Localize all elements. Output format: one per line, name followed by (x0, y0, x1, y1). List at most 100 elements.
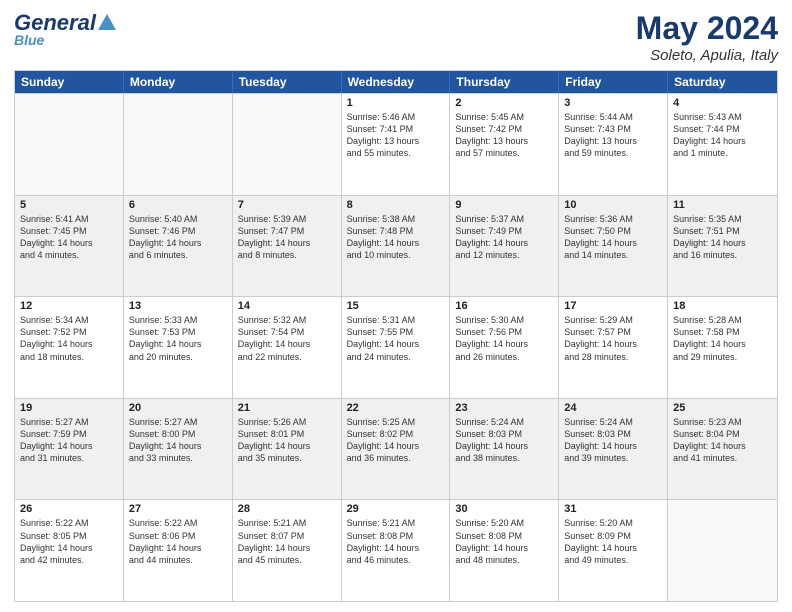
cell-daylight-info: Sunrise: 5:24 AM Sunset: 8:03 PM Dayligh… (564, 416, 662, 465)
header-friday: Friday (559, 71, 668, 93)
header-saturday: Saturday (668, 71, 777, 93)
day-number: 14 (238, 300, 336, 312)
cal-cell-3-0: 19Sunrise: 5:27 AM Sunset: 7:59 PM Dayli… (15, 399, 124, 500)
cal-cell-0-1 (124, 94, 233, 195)
logo-bird-icon (98, 12, 116, 34)
cell-daylight-info: Sunrise: 5:45 AM Sunset: 7:42 PM Dayligh… (455, 111, 553, 160)
cal-cell-3-1: 20 Sunrise: 5:27 AM Sunset: 8:00 PM Dayli… (124, 399, 233, 500)
cal-cell-3-6: 25Sunrise: 5:23 AM Sunset: 8:04 PM Dayli… (668, 399, 777, 500)
cell-daylight-info: Sunrise: 5:27 AM Sunset: 8:00 PM Dayligh… (129, 416, 227, 465)
day-number: 31 (564, 503, 662, 515)
day-number: 16 (455, 300, 553, 312)
cell-daylight-info: Sunrise: 5:32 AM Sunset: 7:54 PM Dayligh… (238, 314, 336, 363)
cal-cell-0-2 (233, 94, 342, 195)
day-number: 13 (129, 300, 227, 312)
cell-daylight-info: Sunrise: 5:31 AM Sunset: 7:55 PM Dayligh… (347, 314, 445, 363)
cell-daylight-info: Sunrise: 5:25 AM Sunset: 8:02 PM Dayligh… (347, 416, 445, 465)
week-row-3: 12Sunrise: 5:34 AM Sunset: 7:52 PM Dayli… (15, 296, 777, 398)
day-number: 4 (673, 97, 772, 109)
cal-cell-4-1: 27 Sunrise: 5:22 AM Sunset: 8:06 PM Dayli… (124, 500, 233, 601)
day-number: 2 (455, 97, 553, 109)
cell-daylight-info: Sunrise: 5:41 AM Sunset: 7:45 PM Dayligh… (20, 213, 118, 262)
week-row-1: 1 Sunrise: 5:46 AM Sunset: 7:41 PM Daylig… (15, 93, 777, 195)
cell-daylight-info: Sunrise: 5:28 AM Sunset: 7:58 PM Dayligh… (673, 314, 772, 363)
day-number: 30 (455, 503, 553, 515)
cal-cell-3-3: 22 Sunrise: 5:25 AM Sunset: 8:02 PM Dayli… (342, 399, 451, 500)
cal-cell-2-5: 17 Sunrise: 5:29 AM Sunset: 7:57 PM Dayli… (559, 297, 668, 398)
cal-cell-1-0: 5 Sunrise: 5:41 AM Sunset: 7:45 PM Daylig… (15, 196, 124, 297)
cell-daylight-info: Sunrise: 5:38 AM Sunset: 7:48 PM Dayligh… (347, 213, 445, 262)
day-number: 1 (347, 97, 445, 109)
title-location: Soleto, Apulia, Italy (636, 47, 778, 64)
day-number: 25 (673, 402, 772, 414)
calendar: Sunday Monday Tuesday Wednesday Thursday… (14, 70, 778, 602)
header-thursday: Thursday (450, 71, 559, 93)
day-number: 29 (347, 503, 445, 515)
day-number: 7 (238, 199, 336, 211)
day-number: 20 (129, 402, 227, 414)
day-number: 21 (238, 402, 336, 414)
cell-daylight-info: Sunrise: 5:35 AM Sunset: 7:51 PM Dayligh… (673, 213, 772, 262)
day-number: 3 (564, 97, 662, 109)
day-number: 17 (564, 300, 662, 312)
day-number: 10 (564, 199, 662, 211)
day-number: 12 (20, 300, 118, 312)
day-number: 5 (20, 199, 118, 211)
cal-cell-0-4: 2 Sunrise: 5:45 AM Sunset: 7:42 PM Daylig… (450, 94, 559, 195)
day-number: 11 (673, 199, 772, 211)
cal-cell-0-5: 3 Sunrise: 5:44 AM Sunset: 7:43 PM Daylig… (559, 94, 668, 195)
cal-cell-4-6 (668, 500, 777, 601)
calendar-header: Sunday Monday Tuesday Wednesday Thursday… (15, 71, 777, 93)
cal-cell-4-3: 29 Sunrise: 5:21 AM Sunset: 8:08 PM Dayli… (342, 500, 451, 601)
cell-daylight-info: Sunrise: 5:22 AM Sunset: 8:06 PM Dayligh… (129, 517, 227, 566)
cell-daylight-info: Sunrise: 5:20 AM Sunset: 8:09 PM Dayligh… (564, 517, 662, 566)
day-number: 15 (347, 300, 445, 312)
cal-cell-3-4: 23Sunrise: 5:24 AM Sunset: 8:03 PM Dayli… (450, 399, 559, 500)
cell-daylight-info: Sunrise: 5:46 AM Sunset: 7:41 PM Dayligh… (347, 111, 445, 160)
cal-cell-4-0: 26Sunrise: 5:22 AM Sunset: 8:05 PM Dayli… (15, 500, 124, 601)
cell-daylight-info: Sunrise: 5:44 AM Sunset: 7:43 PM Dayligh… (564, 111, 662, 160)
title-month: May 2024 (636, 10, 778, 47)
week-row-5: 26Sunrise: 5:22 AM Sunset: 8:05 PM Dayli… (15, 499, 777, 601)
cal-cell-4-4: 30 Sunrise: 5:20 AM Sunset: 8:08 PM Dayli… (450, 500, 559, 601)
cal-cell-2-6: 18 Sunrise: 5:28 AM Sunset: 7:58 PM Dayli… (668, 297, 777, 398)
header-wednesday: Wednesday (342, 71, 451, 93)
cell-daylight-info: Sunrise: 5:36 AM Sunset: 7:50 PM Dayligh… (564, 213, 662, 262)
cal-cell-1-5: 10 Sunrise: 5:36 AM Sunset: 7:50 PM Dayli… (559, 196, 668, 297)
cal-cell-1-2: 7 Sunrise: 5:39 AM Sunset: 7:47 PM Daylig… (233, 196, 342, 297)
day-number: 27 (129, 503, 227, 515)
cell-daylight-info: Sunrise: 5:27 AM Sunset: 7:59 PM Dayligh… (20, 416, 118, 465)
day-number: 24 (564, 402, 662, 414)
week-row-2: 5 Sunrise: 5:41 AM Sunset: 7:45 PM Daylig… (15, 195, 777, 297)
logo: General Blue (14, 10, 116, 48)
cell-daylight-info: Sunrise: 5:21 AM Sunset: 8:08 PM Dayligh… (347, 517, 445, 566)
cell-daylight-info: Sunrise: 5:20 AM Sunset: 8:08 PM Dayligh… (455, 517, 553, 566)
cell-daylight-info: Sunrise: 5:30 AM Sunset: 7:56 PM Dayligh… (455, 314, 553, 363)
title-block: May 2024 Soleto, Apulia, Italy (636, 10, 778, 64)
cal-cell-1-1: 6Sunrise: 5:40 AM Sunset: 7:46 PM Daylig… (124, 196, 233, 297)
cal-cell-4-5: 31 Sunrise: 5:20 AM Sunset: 8:09 PM Dayli… (559, 500, 668, 601)
day-number: 22 (347, 402, 445, 414)
header-tuesday: Tuesday (233, 71, 342, 93)
cal-cell-4-2: 28Sunrise: 5:21 AM Sunset: 8:07 PM Dayli… (233, 500, 342, 601)
cal-cell-0-0 (15, 94, 124, 195)
cal-cell-1-6: 11 Sunrise: 5:35 AM Sunset: 7:51 PM Dayli… (668, 196, 777, 297)
cell-daylight-info: Sunrise: 5:43 AM Sunset: 7:44 PM Dayligh… (673, 111, 772, 160)
cal-cell-1-4: 9Sunrise: 5:37 AM Sunset: 7:49 PM Daylig… (450, 196, 559, 297)
cell-daylight-info: Sunrise: 5:39 AM Sunset: 7:47 PM Dayligh… (238, 213, 336, 262)
cell-daylight-info: Sunrise: 5:33 AM Sunset: 7:53 PM Dayligh… (129, 314, 227, 363)
cal-cell-2-2: 14 Sunrise: 5:32 AM Sunset: 7:54 PM Dayli… (233, 297, 342, 398)
day-number: 23 (455, 402, 553, 414)
day-number: 9 (455, 199, 553, 211)
cell-daylight-info: Sunrise: 5:21 AM Sunset: 8:07 PM Dayligh… (238, 517, 336, 566)
header: General Blue May 2024 Soleto, Apulia, It… (14, 10, 778, 64)
day-number: 18 (673, 300, 772, 312)
header-monday: Monday (124, 71, 233, 93)
week-row-4: 19Sunrise: 5:27 AM Sunset: 7:59 PM Dayli… (15, 398, 777, 500)
cal-cell-3-2: 21 Sunrise: 5:26 AM Sunset: 8:01 PM Dayli… (233, 399, 342, 500)
cell-daylight-info: Sunrise: 5:22 AM Sunset: 8:05 PM Dayligh… (20, 517, 118, 566)
page: General Blue May 2024 Soleto, Apulia, It… (0, 0, 792, 612)
cell-daylight-info: Sunrise: 5:29 AM Sunset: 7:57 PM Dayligh… (564, 314, 662, 363)
cell-daylight-info: Sunrise: 5:26 AM Sunset: 8:01 PM Dayligh… (238, 416, 336, 465)
calendar-body: 1 Sunrise: 5:46 AM Sunset: 7:41 PM Daylig… (15, 93, 777, 601)
